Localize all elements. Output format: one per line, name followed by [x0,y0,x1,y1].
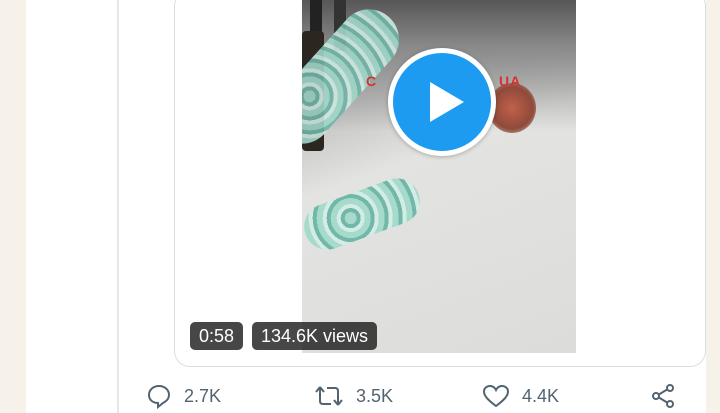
thread-line [117,0,119,413]
view-count: 134.6K views [252,322,378,350]
play-button[interactable] [388,48,496,156]
like-count: 4.4K [522,385,560,406]
tweet-actions: 2.7K 3.5K 4.4K [146,383,686,413]
overlay-text-left: C [366,73,378,89]
thumbnail-blanket-lower [302,171,427,257]
retweet-button[interactable]: 3.5K [314,383,393,409]
tweet-card: C UA 0:58 134.6K views [26,0,706,413]
overlay-text-right: UA [499,73,522,89]
like-button[interactable]: 4.4K [482,383,559,409]
share-icon [652,384,674,408]
reply-button[interactable]: 2.7K [146,383,221,409]
play-icon [430,82,464,122]
like-icon [482,384,510,408]
reply-count: 2.7K [184,385,222,406]
retweet-icon [315,386,343,406]
reply-icon [147,384,171,409]
video-duration: 0:58 [190,322,244,350]
share-button[interactable] [650,383,676,409]
video-media[interactable]: C UA 0:58 134.6K views [174,0,706,367]
retweet-count: 3.5K [356,385,394,406]
